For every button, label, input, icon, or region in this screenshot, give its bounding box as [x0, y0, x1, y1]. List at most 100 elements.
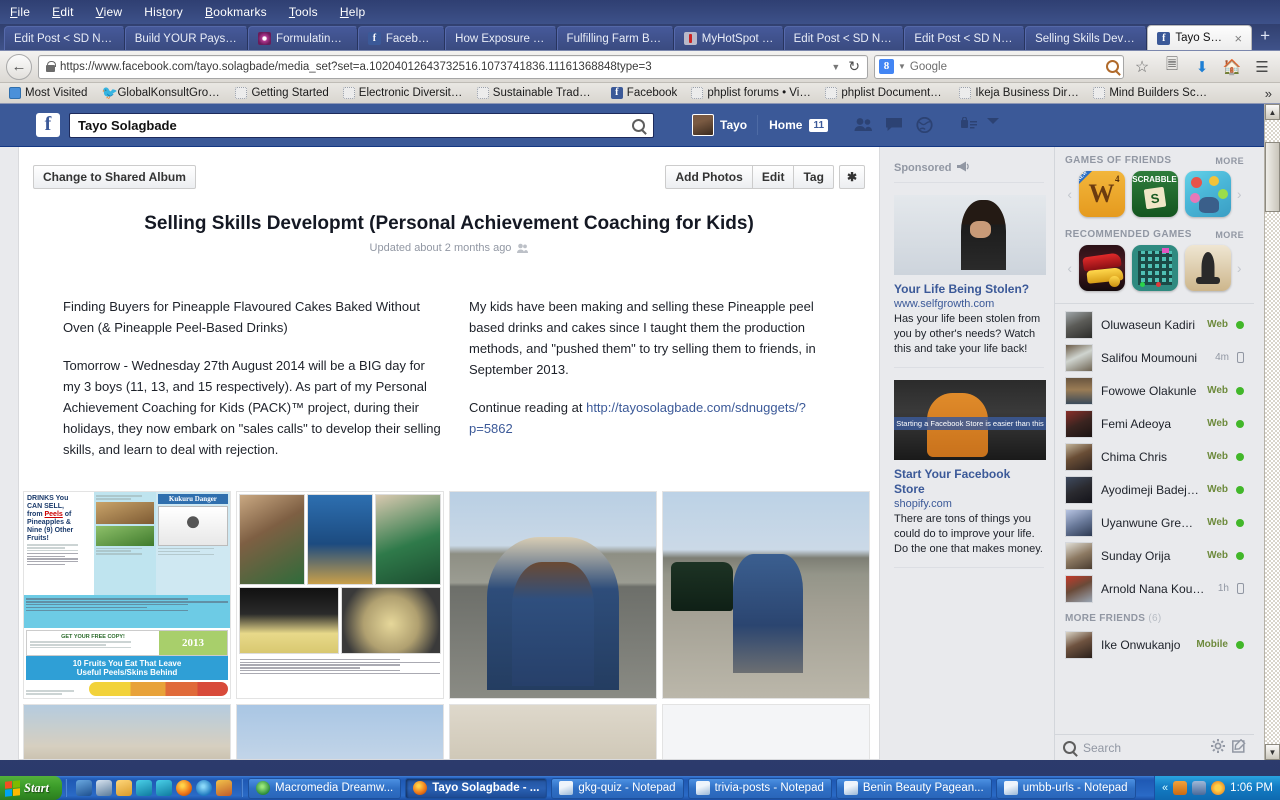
photo-thumbnail[interactable]	[449, 491, 657, 699]
downloads-icon[interactable]: ⬇	[1190, 55, 1214, 79]
start-button[interactable]: Start	[0, 776, 63, 800]
photo-thumbnail[interactable]	[449, 704, 657, 759]
scrollbar-thumb[interactable]	[1265, 142, 1280, 212]
ad-url[interactable]: www.selfgrowth.com	[894, 297, 1044, 312]
bookmark-item[interactable]: 🐦GlobalKonsultGroup (...	[96, 86, 226, 100]
media-icon[interactable]	[96, 780, 113, 796]
ad-title[interactable]: Your Life Being Stolen?	[894, 282, 1044, 297]
menu-help[interactable]: Help	[340, 5, 366, 19]
messenger-icon[interactable]	[136, 780, 153, 796]
woman-pointing-at-camera-image[interactable]	[894, 195, 1046, 275]
java-icon[interactable]	[1173, 781, 1188, 795]
friend-requests-icon[interactable]	[854, 117, 873, 133]
clock[interactable]: 1:06 PM	[1230, 782, 1273, 794]
search-icon[interactable]	[1106, 60, 1119, 73]
gear-icon[interactable]	[1211, 739, 1225, 756]
url-bar[interactable]: https://www.facebook.com/tayo.solagbade/…	[38, 54, 868, 79]
menu-file[interactable]: File	[10, 5, 30, 19]
browser-tab[interactable]: Edit Post < SD Nu...	[904, 26, 1026, 50]
chat-friend-row[interactable]: Chima Chris Web	[1055, 440, 1254, 473]
close-icon[interactable]: ×	[1234, 31, 1242, 46]
profile-link[interactable]: Tayo	[714, 118, 757, 132]
chat-search-input[interactable]: Search	[1083, 741, 1204, 755]
chat-friend-row[interactable]: Salifou Moumouni 4m	[1055, 341, 1254, 374]
browser-tab[interactable]: Selling Skills Deve...	[1025, 26, 1148, 50]
browser-tab[interactable]: f Facebook	[357, 26, 446, 50]
chat-friend-row[interactable]: Femi Adeoya Web	[1055, 407, 1254, 440]
reload-icon[interactable]: ↻	[845, 58, 863, 75]
add-photos-button[interactable]: Add Photos	[665, 165, 753, 189]
chat-friend-row[interactable]: Uyanwune Greatc... Web	[1055, 506, 1254, 539]
change-to-shared-album-button[interactable]: Change to Shared Album	[33, 165, 196, 189]
browser-tab[interactable]: Build YOUR Paysli...	[124, 26, 249, 50]
menu-hamburger-icon[interactable]: ☰	[1250, 55, 1274, 79]
audience-friends-icon[interactable]	[517, 243, 529, 254]
taskbar-window-button[interactable]: trivia-posts - Notepad	[687, 777, 832, 799]
privacy-shortcuts-icon[interactable]	[961, 117, 980, 133]
new-tab-button[interactable]: +	[1252, 26, 1280, 48]
photo-thumbnail[interactable]	[236, 491, 444, 699]
taskbar-window-button[interactable]: Tayo Solagbade - ...	[405, 777, 548, 799]
photo-thumbnail[interactable]: DRINKS You CAN SELL, from Peels of Pineappl…	[23, 491, 231, 699]
bookmark-item[interactable]: f Facebook	[606, 86, 683, 100]
edit-button[interactable]: Edit	[752, 165, 795, 189]
taskbar-window-button[interactable]: umbb-urls - Notepad	[995, 777, 1136, 799]
taskbar-window-button[interactable]: gkg-quiz - Notepad	[551, 777, 684, 799]
chat-friend-row[interactable]: Arnold Nana Kouay... 1h	[1055, 572, 1254, 605]
url-dropdown-icon[interactable]: ▼	[831, 62, 840, 72]
tray-expand-icon[interactable]: «	[1162, 782, 1168, 794]
account-menu-chevron-icon[interactable]	[987, 117, 1000, 133]
game-tile-racing-rivals[interactable]	[1078, 245, 1125, 291]
browser-tab[interactable]: Edit Post < SD Nu...	[4, 26, 125, 50]
bookmark-star-icon[interactable]: ☆	[1130, 55, 1154, 79]
sponsored-ad[interactable]: Your Life Being Stolen? www.selfgrowth.c…	[894, 183, 1046, 368]
browser-tab[interactable]: Formulating ...	[248, 26, 358, 50]
menu-edit[interactable]: Edit	[52, 5, 74, 19]
page-scrollbar[interactable]: ▲ ▼	[1264, 104, 1280, 760]
chat-friend-row[interactable]: Ike Onwukanjo Mobile	[1055, 628, 1254, 661]
game-tile-scrabble[interactable]: SCRABBLE S	[1131, 171, 1178, 217]
megaphone-icon[interactable]	[957, 161, 970, 175]
photo-thumbnail[interactable]	[662, 704, 870, 759]
chat-friend-row[interactable]: Ayodimeji Badejoko Web	[1055, 473, 1254, 506]
search-icon[interactable]	[632, 118, 645, 132]
bookmark-item[interactable]: Most Visited	[4, 86, 92, 100]
facebook-logo-icon[interactable]: f	[36, 113, 60, 137]
chat-friend-row[interactable]: Fowowe Olakunle Web	[1055, 374, 1254, 407]
search-input[interactable]: Google	[910, 61, 1102, 73]
chat-friend-row[interactable]: Oluwaseun Kadiri Web	[1055, 308, 1254, 341]
bookmark-item[interactable]: Electronic Diversity Vi...	[338, 86, 468, 100]
notifications-globe-icon[interactable]	[916, 117, 935, 133]
search-bar[interactable]: 8 ▼ Google	[874, 54, 1124, 79]
menu-view[interactable]: View	[96, 5, 123, 19]
orange-cat-on-piano-image[interactable]: Starting a Facebook Store is easier than…	[894, 380, 1046, 460]
ad-url[interactable]: shopify.com	[894, 497, 1044, 512]
bookmark-item[interactable]: phplist forums • View ...	[686, 86, 816, 100]
bookmark-item[interactable]: phplist Documentatio...	[820, 86, 950, 100]
album-settings-icon[interactable]: ✱	[838, 165, 865, 189]
messenger2-icon[interactable]	[156, 780, 173, 796]
show-desktop-icon[interactable]	[76, 780, 93, 796]
reading-list-icon[interactable]: 🗏	[1160, 55, 1184, 79]
avatar[interactable]	[692, 114, 714, 136]
photo-thumbnail[interactable]	[662, 491, 870, 699]
bookmark-item[interactable]: Ikeja Business Directo...	[954, 86, 1084, 100]
compose-icon[interactable]	[1232, 738, 1246, 756]
game-tile-words-with-friends[interactable]: NEW 4 W	[1078, 171, 1125, 217]
media-player-icon[interactable]	[196, 780, 213, 796]
chevron-right-icon[interactable]: ›	[1235, 186, 1245, 202]
facebook-search-field[interactable]: Tayo Solagbade	[69, 112, 654, 138]
game-tile-farm-heroes[interactable]	[1184, 171, 1231, 217]
tag-button[interactable]: Tag	[794, 165, 834, 189]
search-icon[interactable]	[1063, 741, 1076, 754]
scroll-down-button[interactable]: ▼	[1265, 744, 1280, 760]
bookmark-item[interactable]: Getting Started	[230, 86, 333, 100]
bookmark-item[interactable]: Sustainable Trade an...	[472, 86, 602, 100]
calendar-icon[interactable]	[116, 780, 133, 796]
more-link[interactable]: MORE	[1215, 156, 1244, 166]
chevron-left-icon[interactable]: ‹	[1065, 260, 1075, 276]
browser-tab[interactable]: Fulfilling Farm Bu...	[556, 26, 674, 50]
chat-friend-row[interactable]: Sunday Orija Web	[1055, 539, 1254, 572]
photo-thumbnail[interactable]	[236, 704, 444, 759]
firefox-icon[interactable]	[176, 780, 193, 796]
